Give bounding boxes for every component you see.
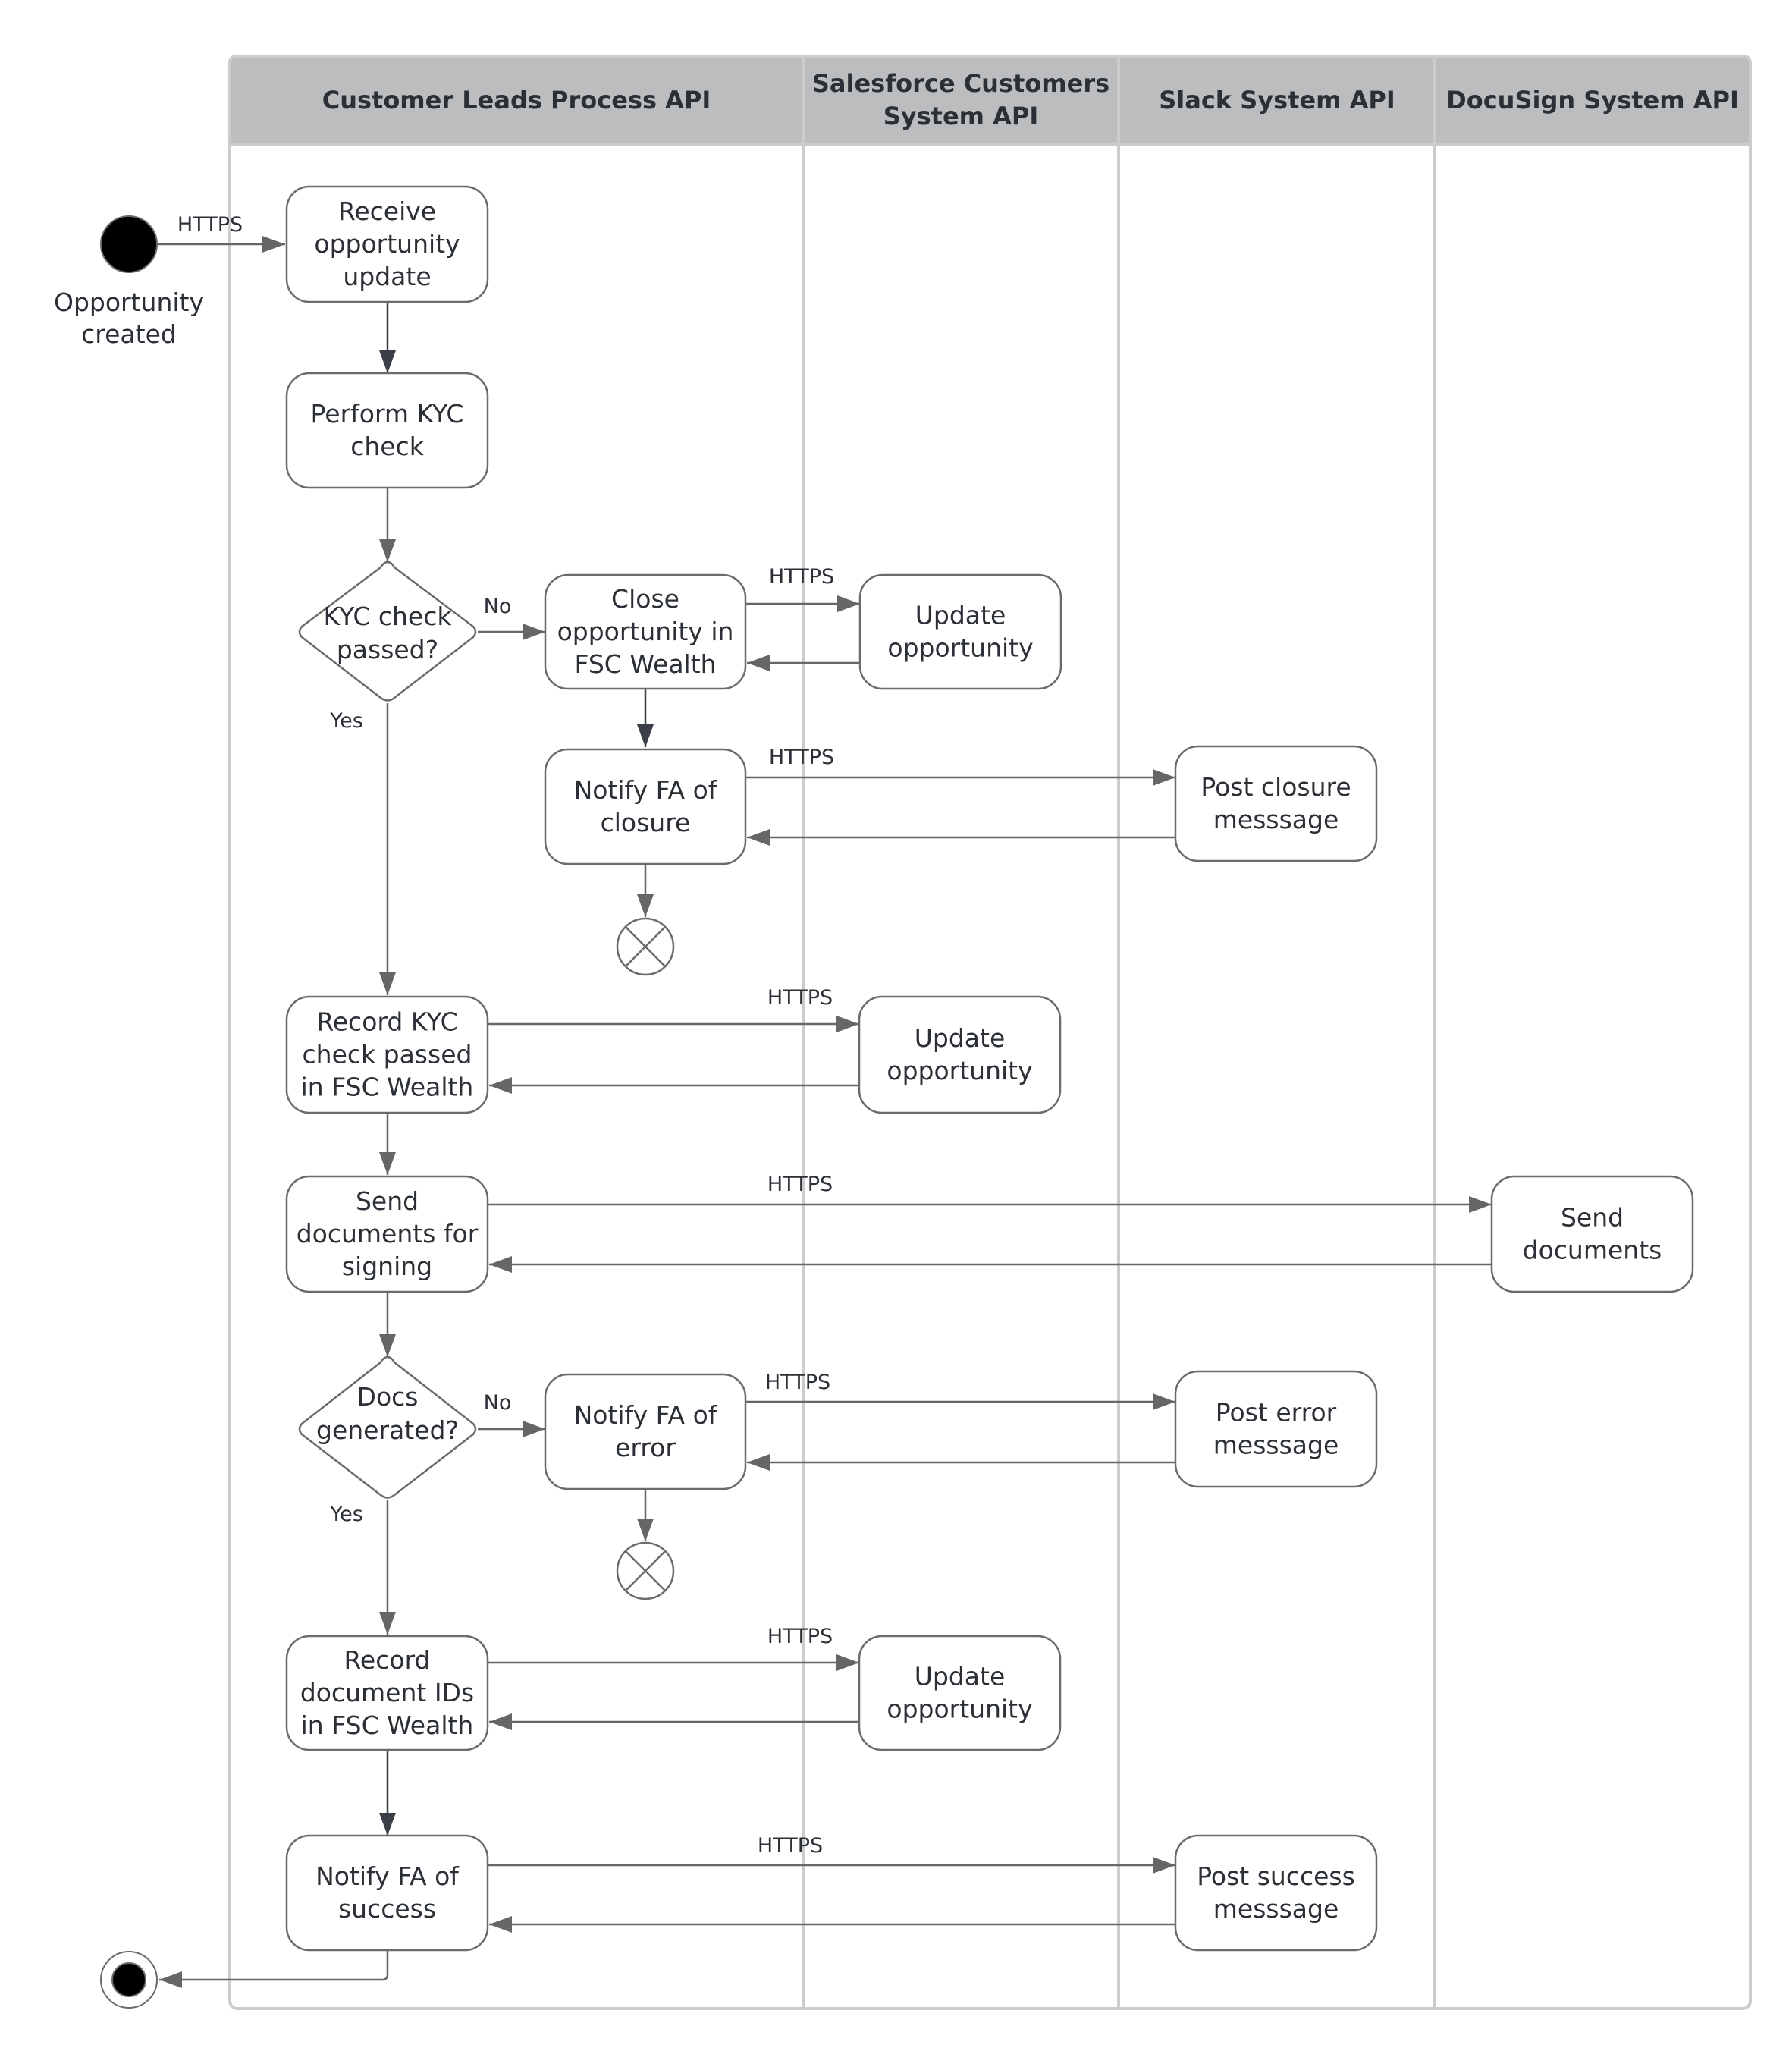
action-text: Post closure — [1200, 772, 1351, 802]
action-box — [858, 573, 1062, 690]
edge-label-https: HTTPS — [767, 1625, 833, 1648]
action-text: closure — [601, 808, 691, 837]
action-text: Record KYC — [316, 1007, 457, 1037]
edge-label-no: No — [484, 595, 512, 618]
activity-final-node — [100, 1951, 158, 2009]
action-text: Post error — [1216, 1398, 1337, 1428]
lane-title-salesforce: System API — [883, 102, 1039, 130]
action-text: in FSC Wealth — [301, 1710, 474, 1740]
action-text: update — [343, 262, 431, 291]
flow-final-node-1 — [616, 917, 675, 976]
lane-title-process: Customer Leads Process API — [322, 86, 711, 115]
action-box — [858, 995, 1062, 1114]
action-text: Notify FA of — [574, 1400, 718, 1430]
lane-title-slack: Slack System API — [1159, 86, 1395, 115]
action-text: Receive — [338, 196, 436, 226]
decision-text: generated? — [316, 1415, 459, 1445]
action-node-notify-success[interactable]: Notify FA ofsuccess — [285, 1834, 489, 1952]
edge-label-https: HTTPS — [177, 213, 243, 237]
action-text: Send — [1561, 1203, 1624, 1233]
edge-label-https: HTTPS — [767, 986, 833, 1010]
action-text: Close — [611, 584, 679, 614]
action-node-kyc[interactable]: Perform KYC check — [285, 372, 489, 489]
action-text: FSC Wealth — [574, 649, 716, 679]
action-text: Record — [344, 1645, 430, 1675]
activity-diagram: Customer Leads Process API Salesforce Cu… — [54, 55, 1752, 2010]
action-node-notify-closure[interactable]: Notify FA of closure — [544, 748, 747, 865]
action-text: check passed — [303, 1040, 472, 1070]
action-box — [858, 1635, 1062, 1751]
action-node-post-closure[interactable]: Post closure messsage — [1174, 745, 1378, 862]
end-inner-dot-icon — [111, 1962, 146, 1997]
action-text: Send — [356, 1186, 419, 1216]
action-box — [544, 748, 747, 865]
action-text: messsage — [1213, 805, 1339, 834]
action-text: opportunity — [887, 633, 1033, 663]
action-text: opportunity — [887, 1056, 1032, 1085]
action-box — [285, 1834, 489, 1952]
action-text: Post success — [1197, 1861, 1355, 1891]
action-text: documents — [1523, 1236, 1662, 1265]
action-text: documents for — [297, 1219, 479, 1249]
action-text: Update — [915, 1662, 1006, 1691]
action-text: Notify FA of — [315, 1861, 460, 1891]
flow-final-node-2 — [616, 1541, 675, 1600]
edge-label-https: HTTPS — [765, 1371, 830, 1394]
decision-text: passed? — [337, 635, 438, 664]
action-box — [1490, 1175, 1694, 1293]
action-text: Update — [915, 1023, 1006, 1053]
action-box — [1174, 1370, 1378, 1488]
action-node-update-opp-2[interactable]: Update opportunity — [858, 995, 1062, 1114]
action-text: messsage — [1213, 1894, 1339, 1924]
action-node-notify-error[interactable]: Notify FA of error — [544, 1373, 747, 1490]
start-label: Opportunity — [54, 287, 204, 317]
action-node-send-docs[interactable]: Senddocuments for signing — [285, 1175, 489, 1293]
lane-title-docusign: DocuSign System API — [1446, 86, 1739, 115]
action-text: opportunity in — [557, 617, 734, 646]
edge-label-yes: Yes — [329, 709, 363, 733]
action-node-update-opp-1[interactable]: Update opportunity — [858, 573, 1062, 690]
action-text: Perform KYC — [311, 399, 464, 429]
action-box — [544, 1373, 747, 1490]
action-node-post-success[interactable]: Post successmesssage — [1174, 1834, 1378, 1952]
action-box — [1174, 745, 1378, 862]
action-text: signing — [342, 1252, 432, 1281]
action-node-close-opp[interactable]: Close opportunity in FSC Wealth — [544, 573, 747, 690]
action-node-send-documents[interactable]: Send documents — [1490, 1175, 1694, 1293]
action-text: messsage — [1213, 1431, 1339, 1460]
edge-label-https: HTTPS — [769, 565, 834, 589]
action-text: success — [338, 1894, 436, 1924]
action-text: Update — [915, 601, 1006, 630]
edge-label-no: No — [484, 1391, 512, 1415]
action-box — [1174, 1834, 1378, 1952]
action-node-record-kyc[interactable]: Record KYCcheck passed in FSC Wealth — [285, 995, 489, 1114]
action-node-update-opp-3[interactable]: Update opportunity — [858, 1635, 1062, 1751]
decision-text: KYC check — [324, 602, 453, 631]
lane-title-salesforce: Salesforce Customers — [812, 69, 1109, 98]
action-text: error — [615, 1433, 676, 1462]
edge-label-yes: Yes — [329, 1503, 363, 1526]
action-node-post-error[interactable]: Post error messsage — [1174, 1370, 1378, 1488]
action-text: check — [350, 432, 425, 461]
action-text: document IDs — [300, 1678, 474, 1707]
action-text: Notify FA of — [574, 775, 718, 805]
action-box — [285, 372, 489, 489]
decision-text: Docs — [357, 1382, 419, 1412]
edge-label-https: HTTPS — [758, 1834, 823, 1858]
start-label: created — [81, 319, 177, 349]
edge-label-https: HTTPS — [767, 1173, 833, 1196]
action-text: opportunity — [887, 1695, 1032, 1724]
action-text: opportunity — [314, 229, 460, 259]
action-text: in FSC Wealth — [301, 1073, 474, 1102]
action-node-record-docs[interactable]: Record document IDs in FSC Wealth — [285, 1635, 489, 1751]
start-circle-icon — [100, 215, 158, 273]
edge-label-https: HTTPS — [769, 746, 834, 769]
action-node-receive[interactable]: Receiveopportunity update — [285, 185, 489, 303]
